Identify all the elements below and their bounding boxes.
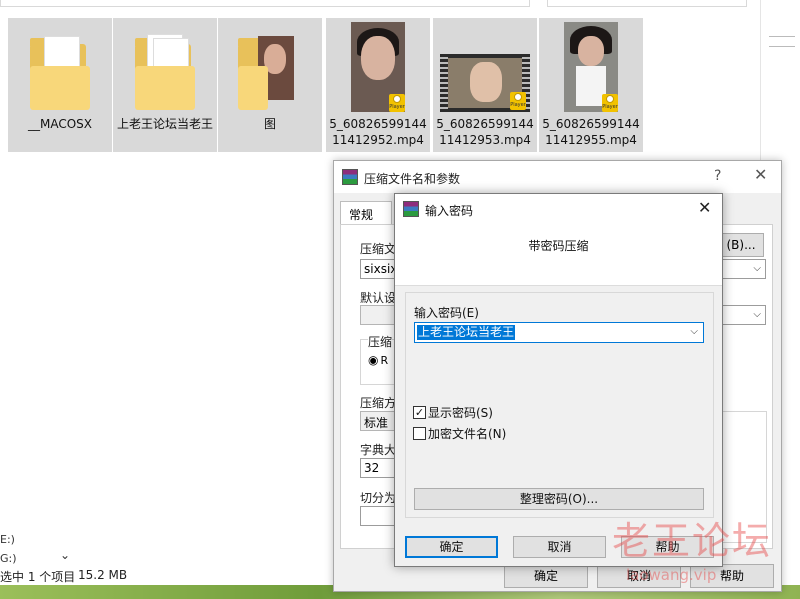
watermark: 老王论坛 laowang.vip [612, 510, 800, 590]
encrypt-filenames-checkbox[interactable]: 加密文件名(N) [413, 425, 506, 442]
chevron-down-icon[interactable]: ⌄ [60, 548, 70, 562]
dictionary-combo[interactable]: 32 [360, 458, 396, 478]
method-combo[interactable]: 标准 [360, 411, 396, 431]
folder-icon [135, 32, 195, 112]
file-name: 5_6082659914411412952.mp4 [329, 117, 427, 147]
file-item-macosx[interactable]: __MACOSX [8, 18, 112, 152]
video-thumbnail: Player [351, 22, 405, 112]
file-name: 5_6082659914411412955.mp4 [542, 117, 640, 147]
format-group-label: 压缩 [368, 333, 393, 350]
split-label: 切分为 [360, 491, 397, 505]
archive-name-label: 压缩文 [360, 242, 397, 256]
default-profile-label: 默认设 [360, 291, 397, 305]
checkbox-unchecked-icon [413, 427, 426, 440]
tab-general[interactable]: 常规 [340, 201, 392, 225]
file-name: 图 [263, 117, 276, 131]
update-mode-combo[interactable]: ⌵ [720, 305, 766, 325]
dialog-header: 带密码压缩 [395, 224, 722, 286]
close-icon[interactable]: ✕ [754, 165, 767, 184]
file-item-folder-images[interactable]: 图 [218, 18, 322, 152]
file-name: 5_6082659914411412953.mp4 [436, 117, 534, 147]
checkbox-checked-icon: ✓ [413, 406, 426, 419]
help-icon[interactable]: ? [714, 168, 721, 184]
dialog-subtitle: 带密码压缩 [528, 239, 589, 253]
file-item-video-3[interactable]: Player 5_6082659914411412955.mp4 [539, 18, 643, 152]
close-icon[interactable]: ✕ [698, 198, 711, 217]
search-box[interactable] [547, 0, 747, 7]
browse-button[interactable]: (B)... [718, 233, 764, 257]
organize-passwords-button[interactable]: 整理密码(O)... [414, 488, 704, 510]
winrar-icon [342, 169, 358, 185]
file-item-folder-laowang[interactable]: 上老王论坛当老王 [113, 18, 217, 152]
archive-name-combo[interactable]: ⌵ [720, 259, 766, 279]
folder-icon [30, 32, 90, 112]
method-label: 压缩方 [360, 396, 397, 410]
cancel-button[interactable]: 取消 [513, 536, 606, 558]
file-item-video-1[interactable]: Player 5_6082659914411412952.mp4 [326, 18, 430, 152]
player-icon: Player [510, 92, 526, 110]
profile-button[interactable] [360, 305, 396, 325]
folder-icon [238, 32, 302, 112]
dialog-titlebar: 输入密码 ✕ [395, 194, 722, 224]
chevron-down-icon[interactable]: ⌵ [690, 326, 698, 337]
password-input[interactable]: 上老王论坛当老王 ⌵ [414, 322, 704, 343]
player-icon: Player [389, 94, 405, 112]
watermark-url: laowang.vip [626, 566, 717, 584]
dictionary-label: 字典大 [360, 443, 397, 457]
ok-button[interactable]: 确定 [405, 536, 498, 558]
show-password-checkbox[interactable]: ✓ 显示密码(S) [413, 404, 493, 421]
password-label: 输入密码(E) [414, 306, 479, 320]
file-name: 上老王论坛当老王 [116, 117, 213, 131]
winrar-icon [403, 201, 419, 217]
nav-pane-fragment: E:) [0, 533, 15, 546]
file-item-video-2[interactable]: Player 5_6082659914411412953.mp4 [433, 18, 537, 152]
address-bar[interactable] [0, 0, 530, 7]
watermark-text: 老王论坛 [612, 519, 773, 563]
player-icon: Player [602, 94, 618, 112]
ok-button[interactable]: 确定 [504, 564, 588, 588]
selection-size: 15.2 MB [78, 568, 128, 582]
format-radio[interactable]: ◉ R [368, 353, 388, 367]
status-bar: 选中 1 个项目 15.2 MB [0, 567, 340, 585]
split-combo[interactable] [360, 506, 396, 526]
dialog-title: 压缩文件名和参数 [364, 172, 461, 186]
selection-status: 选中 1 个项目 [0, 570, 76, 584]
drive-label: G:) [0, 552, 17, 565]
file-name: __MACOSX [27, 117, 92, 131]
dialog-title: 输入密码 [425, 204, 474, 218]
video-thumbnail: Player [440, 54, 530, 112]
archive-name-input[interactable]: sixsixs [360, 259, 404, 279]
dialog-titlebar: 压缩文件名和参数 ? ✕ [334, 161, 781, 193]
video-thumbnail: Player [564, 22, 618, 112]
password-value: 上老王论坛当老王 [417, 325, 516, 340]
